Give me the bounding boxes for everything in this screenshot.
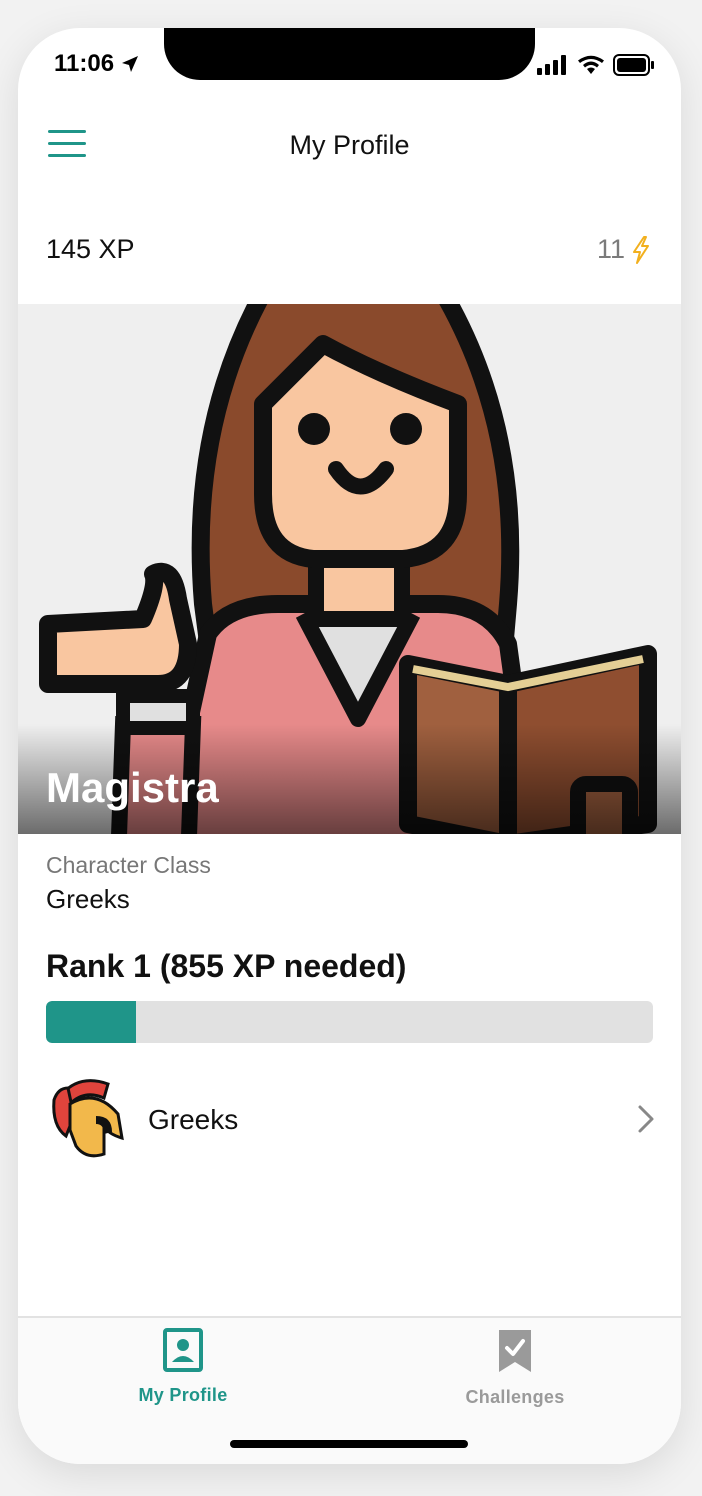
group-label: Greeks [148,1104,239,1135]
profile-icon [163,1328,203,1372]
rank-progress-bar [46,1001,653,1043]
character-class-label: Character Class [46,852,211,878]
xp-counter: 145 XP [46,234,135,264]
battery-icon [613,54,654,76]
device-notch [164,28,535,80]
rank-progress-fill [46,1001,136,1043]
wifi-icon [578,55,604,74]
rank-heading: Rank 1 (855 XP needed) [46,948,407,984]
spartan-helmet-icon [52,1079,124,1158]
lightning-icon [633,235,649,264]
energy-count: 11 [596,234,625,264]
tab-challenges-label: Challenges [465,1387,565,1407]
energy-counter: 11 [597,234,651,265]
status-time-label: 11:06 [54,50,115,77]
tab-challenges[interactable]: Challenges [415,1328,615,1408]
status-time: 11:06 [54,50,140,78]
character-class-value: Greeks [46,884,130,914]
tab-my-profile[interactable]: My Profile [83,1328,283,1406]
bookmark-check-icon [499,1330,531,1372]
location-arrow-icon [122,56,139,72]
phone-frame: 11:06 My Profile 145 XP 11 Magistra Char… [18,28,681,1464]
character-name: Magistra [46,764,219,811]
status-icons [537,54,655,76]
group-list-item[interactable]: Greeks [46,1076,658,1166]
chevron-right-icon [638,1105,654,1133]
character-portrait: Magistra [18,304,681,834]
tab-my-profile-label: My Profile [138,1385,228,1405]
app-header: My Profile [18,112,681,182]
home-indicator[interactable] [230,1440,468,1448]
cellular-signal-icon [537,55,566,75]
page-title: My Profile [289,130,410,160]
